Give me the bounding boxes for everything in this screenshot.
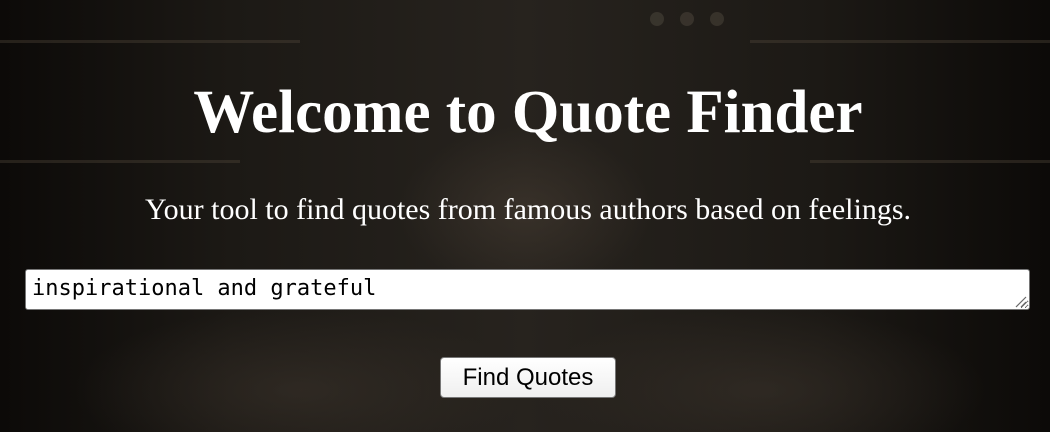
page-title: Welcome to Quote Finder <box>193 79 863 146</box>
main-content: Welcome to Quote Finder Your tool to fin… <box>0 0 1050 432</box>
page-subtitle: Your tool to find quotes from famous aut… <box>144 193 912 226</box>
find-quotes-button[interactable]: Find Quotes <box>440 357 616 398</box>
feelings-input[interactable] <box>25 269 1030 310</box>
